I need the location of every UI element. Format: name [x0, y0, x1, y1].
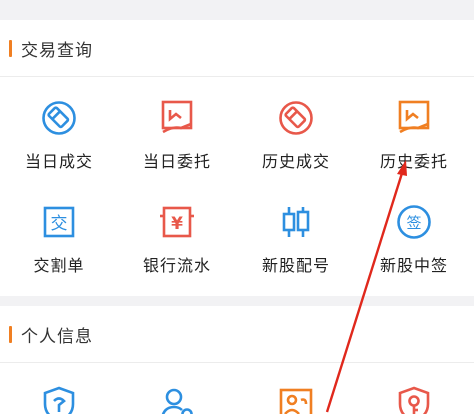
personal-info-header: 个人信息 — [0, 306, 474, 362]
grid-item-label: 当日成交 — [24, 152, 93, 171]
user-settings-icon — [161, 388, 193, 414]
svg-text:¥: ¥ — [171, 214, 183, 234]
grid-item-label: 新股配号 — [261, 256, 330, 275]
grid-item-label: 新股中签 — [379, 256, 448, 275]
trade-query-title: 交易查询 — [21, 40, 93, 61]
hand-document-icon — [161, 100, 193, 134]
shield-key-icon — [398, 386, 430, 414]
qian-circle-icon: 签 — [397, 205, 431, 239]
section-divider — [0, 362, 474, 363]
hand-document-icon — [398, 100, 430, 134]
pen-circle-icon — [279, 101, 313, 135]
trade-query-card: 交易查询 当日成交 当日委托 历史成交 历史委托 交 交割单 ¥ 银行流水 新股… — [0, 20, 474, 296]
grid-item-label: 历史成交 — [261, 152, 330, 171]
jiao-badge-icon: 交 — [43, 206, 75, 238]
image-user-icon — [279, 388, 313, 414]
grid-item-label: 历史委托 — [379, 152, 448, 171]
svg-text:交: 交 — [51, 214, 68, 234]
candlestick-icon — [282, 207, 310, 237]
section-accent-bar — [9, 39, 12, 57]
grid-item-label: 银行流水 — [142, 256, 211, 275]
svg-text:签: 签 — [406, 214, 421, 232]
shield-icon — [43, 386, 75, 414]
grid-item-label: 当日委托 — [142, 152, 211, 171]
pen-circle-icon — [42, 101, 76, 135]
section-divider — [0, 76, 474, 77]
trade-query-header: 交易查询 — [0, 20, 474, 76]
personal-info-title: 个人信息 — [21, 326, 93, 347]
yen-box-icon: ¥ — [160, 206, 194, 238]
section-accent-bar — [9, 325, 12, 343]
personal-info-card: 个人信息 — [0, 306, 474, 414]
grid-item-label: 交割单 — [33, 256, 85, 275]
